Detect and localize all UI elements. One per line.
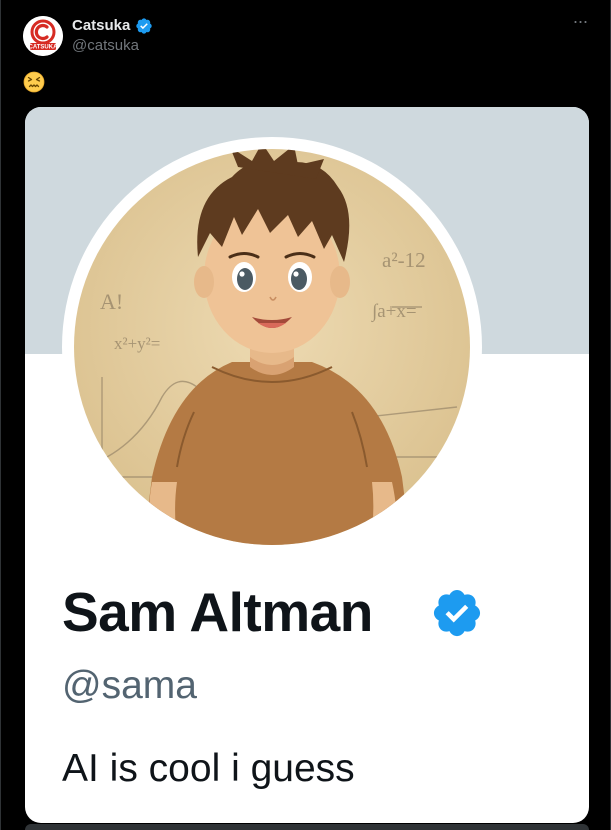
more-options-button[interactable]: ··· (567, 11, 593, 34)
author-name[interactable]: Catsuka (72, 17, 130, 35)
post-image[interactable]: A! x²+y²= a²-12 ∫a+x= Sam Altman @sama A… (25, 107, 589, 823)
logo-lettering: CATSUKA (29, 45, 59, 51)
profile-bio: AI is cool i guess (62, 747, 355, 790)
profile-handle: @sama (62, 664, 197, 707)
scribble-text: A! (100, 289, 123, 314)
more-horizontal-icon: ··· (572, 11, 589, 31)
author-handle[interactable]: @catsuka (72, 37, 139, 55)
verified-badge-icon (430, 586, 484, 640)
next-item-edge (25, 824, 589, 830)
scribble-text: x²+y²= (114, 334, 160, 353)
verified-badge-icon[interactable] (135, 17, 153, 35)
post: CATSUKA Catsuka @catsuka ··· A! x²+y²= a… (0, 0, 611, 830)
author-avatar[interactable]: CATSUKA (23, 16, 63, 56)
confounded-face-emoji (23, 71, 45, 93)
display-name: Sam Altman (62, 581, 373, 643)
scribble-text: ∫a+x= (371, 301, 417, 323)
catsuka-logo-icon: CATSUKA (23, 16, 63, 56)
scribble-text: a²-12 (382, 248, 426, 272)
profile-picture: A! x²+y²= a²-12 ∫a+x= (62, 137, 482, 557)
